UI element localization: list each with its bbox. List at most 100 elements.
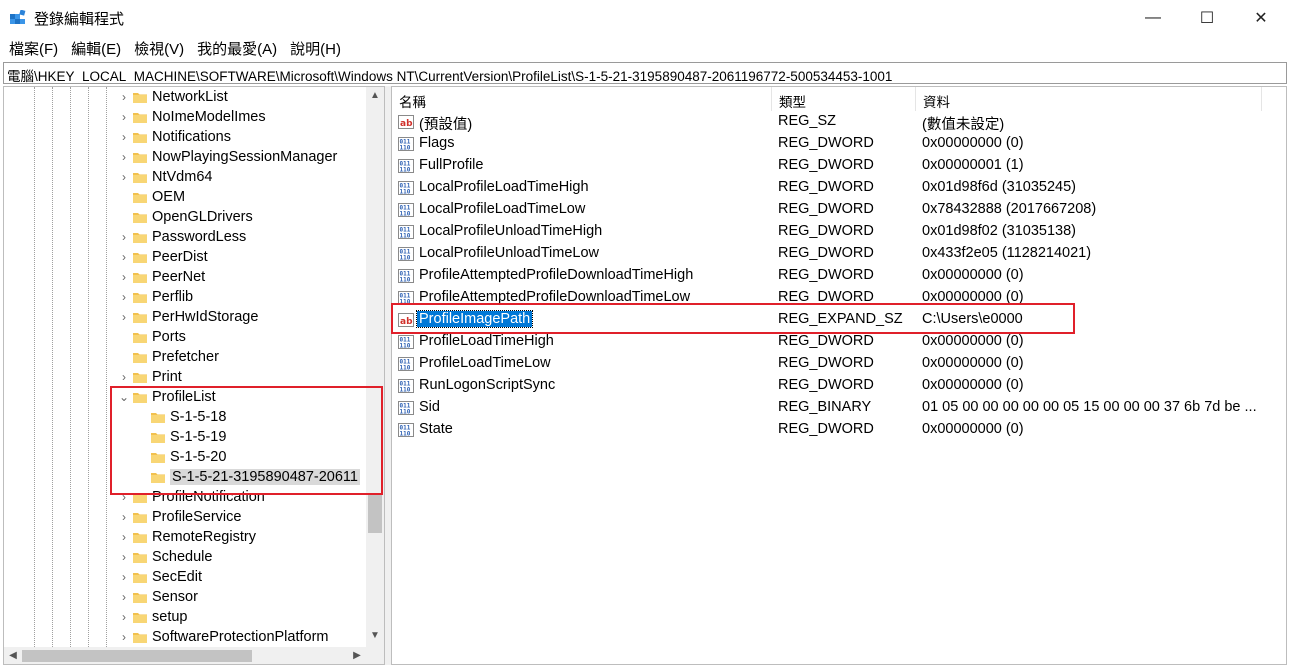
folder-icon xyxy=(151,453,165,463)
tree-item[interactable]: S-1-5-20 xyxy=(4,448,366,468)
value-row[interactable]: 011 110 ProfileLoadTimeHigh REG_DWORD 0x0000… xyxy=(392,331,1286,353)
tree-item[interactable]: › SecEdit xyxy=(4,568,366,588)
tree-item[interactable]: › ProfileNotification xyxy=(4,488,366,508)
tree-item[interactable]: › Print xyxy=(4,368,366,388)
svg-text:110: 110 xyxy=(400,299,411,306)
expand-chevron-icon[interactable]: › xyxy=(118,170,130,184)
value-name: ProfileLoadTimeHigh xyxy=(419,333,554,349)
tree-item[interactable]: › PeerDist xyxy=(4,248,366,268)
tree-horizontal-scrollbar[interactable]: ◀ ▶ xyxy=(4,647,366,664)
tree-item[interactable]: › RemoteRegistry xyxy=(4,528,366,548)
expand-chevron-icon[interactable]: › xyxy=(118,150,130,164)
menu-favorites[interactable]: 我的最愛(A) xyxy=(188,36,277,60)
expand-chevron-icon[interactable]: › xyxy=(118,250,130,264)
expand-chevron-icon[interactable]: › xyxy=(118,550,130,564)
expand-chevron-icon[interactable]: › xyxy=(118,370,130,384)
close-button[interactable]: ✕ xyxy=(1238,0,1284,36)
tree-item-label: SecEdit xyxy=(152,569,202,585)
expand-chevron-icon[interactable]: › xyxy=(118,90,130,104)
value-row[interactable]: 011 110 Flags REG_DWORD 0x00000000 (0) xyxy=(392,133,1286,155)
tree-item[interactable]: › NowPlayingSessionManager xyxy=(4,148,366,168)
tree-item[interactable]: › Notifications xyxy=(4,128,366,148)
key-tree-pane[interactable]: › NetworkList › NoImeModelImes › Notification… xyxy=(3,86,385,665)
value-row[interactable]: 011 110 Sid REG_BINARY 01 05 00 00 00 00 00 … xyxy=(392,397,1286,419)
menu-view[interactable]: 檢視(V) xyxy=(125,36,184,60)
tree-item[interactable]: › ProfileService xyxy=(4,508,366,528)
value-row[interactable]: ab (預設值) REG_SZ (數值未設定) xyxy=(392,111,1286,133)
scroll-down-icon[interactable]: ▼ xyxy=(366,627,384,645)
value-row[interactable]: 011 110 FullProfile REG_DWORD 0x00000001 (1) xyxy=(392,155,1286,177)
tree-item[interactable]: S-1-5-21-3195890487-20611 xyxy=(4,468,366,488)
tree-item[interactable]: ⌄ ProfileList xyxy=(4,388,366,408)
tree-item-label: NetworkList xyxy=(152,89,228,105)
tree-item[interactable]: OEM xyxy=(4,188,366,208)
value-row[interactable]: 011 110 State REG_DWORD 0x00000000 (0) xyxy=(392,419,1286,441)
maximize-button[interactable]: ☐ xyxy=(1184,0,1230,36)
tree-item[interactable]: › NtVdm64 xyxy=(4,168,366,188)
scroll-thumb[interactable] xyxy=(368,495,382,533)
expand-chevron-icon[interactable]: › xyxy=(118,290,130,304)
expand-chevron-icon[interactable]: › xyxy=(118,230,130,244)
folder-icon xyxy=(151,473,165,483)
value-row[interactable]: ab ProfileImagePath REG_EXPAND_SZ C:\Users\… xyxy=(392,309,1286,331)
svg-text:110: 110 xyxy=(400,431,411,438)
binary-value-icon: 011110 xyxy=(398,379,414,394)
expand-chevron-icon[interactable]: › xyxy=(118,510,130,524)
value-row[interactable]: 011 110 LocalProfileLoadTimeHigh REG_DWORD 0… xyxy=(392,177,1286,199)
svg-text:ab: ab xyxy=(400,119,413,129)
column-header-type[interactable]: 類型 xyxy=(772,87,916,111)
menu-file[interactable]: 檔案(F) xyxy=(0,36,58,60)
tree-item[interactable]: › setup xyxy=(4,608,366,628)
expand-chevron-icon[interactable]: › xyxy=(118,490,130,504)
tree-item[interactable]: OpenGLDrivers xyxy=(4,208,366,228)
value-list-pane[interactable]: 名稱 類型 資料 ab (預設值) REG_SZ (數值未設定) 011 110 Flags… xyxy=(391,86,1287,665)
value-row[interactable]: 011 110 ProfileAttemptedProfileDownloadTim… xyxy=(392,287,1286,309)
expand-chevron-icon[interactable]: › xyxy=(118,590,130,604)
expand-chevron-icon[interactable]: › xyxy=(118,270,130,284)
tree-item[interactable]: › NoImeModelImes xyxy=(4,108,366,128)
expand-chevron-icon[interactable]: › xyxy=(118,310,130,324)
minimize-button[interactable]: — xyxy=(1130,0,1176,36)
value-row[interactable]: 011 110 LocalProfileUnloadTimeHigh REG_DWOR… xyxy=(392,221,1286,243)
tree-item[interactable]: › Schedule xyxy=(4,548,366,568)
tree-item[interactable]: › NetworkList xyxy=(4,88,366,108)
scroll-up-icon[interactable]: ▲ xyxy=(366,87,384,105)
value-row[interactable]: 011 110 LocalProfileLoadTimeLow REG_DWORD 0x… xyxy=(392,199,1286,221)
svg-text:110: 110 xyxy=(400,387,411,394)
scroll-right-icon[interactable]: ▶ xyxy=(348,647,366,664)
scroll-thumb[interactable] xyxy=(22,650,252,662)
folder-icon xyxy=(133,153,147,163)
tree-item[interactable]: S-1-5-18 xyxy=(4,408,366,428)
expand-chevron-icon[interactable]: › xyxy=(118,530,130,544)
expand-chevron-icon[interactable]: › xyxy=(118,110,130,124)
value-row[interactable]: 011 110 RunLogonScriptSync REG_DWORD 0x00000… xyxy=(392,375,1286,397)
svg-text:110: 110 xyxy=(400,365,411,372)
tree-item[interactable]: › PeerNet xyxy=(4,268,366,288)
column-header-name[interactable]: 名稱 xyxy=(392,87,772,111)
value-row[interactable]: 011 110 ProfileLoadTimeLow REG_DWORD 0x00000… xyxy=(392,353,1286,375)
column-header-data[interactable]: 資料 xyxy=(916,87,1262,111)
tree-item[interactable]: › PasswordLess xyxy=(4,228,366,248)
value-row[interactable]: 011 110 ProfileAttemptedProfileDownloadTim… xyxy=(392,265,1286,287)
tree-item[interactable]: › Sensor xyxy=(4,588,366,608)
folder-icon xyxy=(133,293,147,303)
tree-item[interactable]: S-1-5-19 xyxy=(4,428,366,448)
tree-item[interactable]: › PerHwIdStorage xyxy=(4,308,366,328)
address-bar[interactable]: 電腦\HKEY_LOCAL_MACHINE\SOFTWARE\Microsoft… xyxy=(3,62,1287,84)
tree-item[interactable]: › SoftwareProtectionPlatform xyxy=(4,628,366,648)
value-data: 0x00000000 (0) xyxy=(922,289,1024,305)
menu-help[interactable]: 說明(H) xyxy=(281,36,341,60)
expand-chevron-icon[interactable]: › xyxy=(118,570,130,584)
tree-vertical-scrollbar[interactable]: ▲ ▼ xyxy=(366,87,384,647)
value-row[interactable]: 011 110 LocalProfileUnloadTimeLow REG_DWORD… xyxy=(392,243,1286,265)
tree-item[interactable]: › Perflib xyxy=(4,288,366,308)
scroll-left-icon[interactable]: ◀ xyxy=(4,647,22,664)
menu-edit[interactable]: 編輯(E) xyxy=(62,36,121,60)
tree-item[interactable]: Prefetcher xyxy=(4,348,366,368)
collapse-chevron-icon[interactable]: ⌄ xyxy=(118,390,130,404)
tree-item-label: S-1-5-20 xyxy=(170,449,227,465)
tree-item[interactable]: Ports xyxy=(4,328,366,348)
expand-chevron-icon[interactable]: › xyxy=(118,610,130,624)
expand-chevron-icon[interactable]: › xyxy=(118,130,130,144)
expand-chevron-icon[interactable]: › xyxy=(118,630,130,644)
